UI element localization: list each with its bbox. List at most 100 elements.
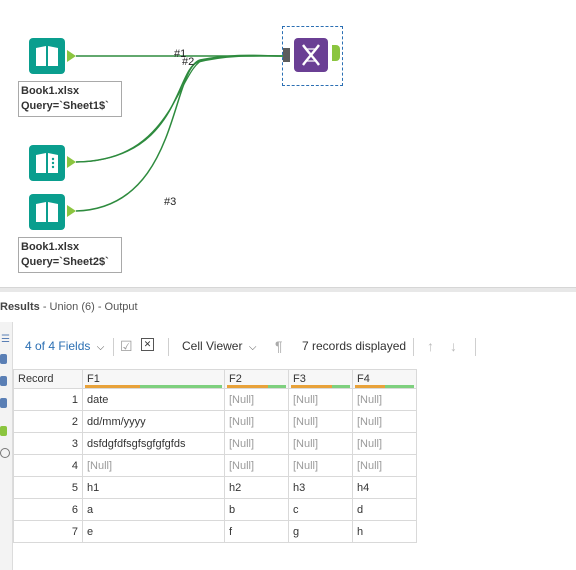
table-row[interactable]: 1 date [Null] [Null] [Null] (13, 388, 417, 411)
cell-f3[interactable]: h3 (288, 476, 353, 499)
cell-viewer-dropdown[interactable]: Cell Viewer ⌵ (182, 332, 256, 362)
pilcrow-icon[interactable]: ¶ (275, 332, 283, 360)
separator (168, 338, 169, 356)
cell-f4[interactable]: h4 (352, 476, 417, 499)
book-icon (36, 153, 58, 173)
output-anchor-3[interactable] (67, 205, 76, 217)
input-tool-3[interactable] (29, 194, 65, 230)
cell-f2[interactable]: [Null] (224, 388, 289, 411)
cell-f3[interactable]: [Null] (288, 388, 353, 411)
cell-f4[interactable]: [Null] (352, 454, 417, 477)
output-anchor-icon[interactable] (0, 426, 7, 436)
output-anchor-1[interactable] (67, 50, 76, 62)
caption-file: Book1.xlsx (21, 241, 80, 253)
input-anchor-icon[interactable] (0, 376, 7, 386)
record-cell[interactable]: 6 (13, 498, 83, 521)
input-anchor-icon[interactable] (0, 354, 7, 364)
record-cell[interactable]: 7 (13, 520, 83, 543)
menu-icon[interactable]: ☰ (1, 334, 10, 345)
data-quality-bar (85, 385, 222, 388)
fields-label: 4 of 4 Fields (25, 339, 91, 353)
dna-icon (302, 44, 320, 66)
results-table: Record F1 F2 F3 F4 1 date [Null] [Null] … (13, 369, 417, 543)
book-icon (36, 46, 58, 66)
tool-caption-1: Book1.xlsx Query=`Sheet1$` (18, 81, 122, 117)
cell-f2[interactable]: b (224, 498, 289, 521)
record-cell[interactable]: 2 (13, 410, 83, 433)
cell-f1[interactable]: [Null] (82, 454, 225, 477)
cell-f2[interactable]: [Null] (224, 432, 289, 455)
results-side-strip: ☰ (0, 322, 13, 570)
union-tool[interactable] (294, 38, 328, 72)
caption-file: Book1.xlsx (21, 85, 80, 97)
input-anchor-icon[interactable] (0, 398, 7, 408)
column-header-f4[interactable]: F4 (352, 369, 417, 389)
data-quality-bar (291, 385, 350, 388)
cell-f2[interactable]: [Null] (224, 410, 289, 433)
cell-f4[interactable]: [Null] (352, 432, 417, 455)
table-row[interactable]: 5 h1 h2 h3 h4 (13, 476, 417, 499)
column-header-label: F3 (293, 373, 306, 385)
cell-f1[interactable]: e (82, 520, 225, 543)
cell-f2[interactable]: [Null] (224, 454, 289, 477)
cell-f1[interactable]: h1 (82, 476, 225, 499)
tool-caption-3: Book1.xlsx Query=`Sheet2$` (18, 237, 122, 273)
results-toolbar: 4 of 4 Fields ⌵ ☑ ✕ Cell Viewer ⌵ ¶ 7 re… (13, 332, 576, 362)
info-icon[interactable] (0, 448, 10, 458)
column-header-f1[interactable]: F1 (82, 369, 225, 389)
chevron-down-icon: ⌵ (96, 342, 105, 353)
record-cell[interactable]: 4 (13, 454, 83, 477)
record-cell[interactable]: 1 (13, 388, 83, 411)
table-header-row: Record F1 F2 F3 F4 (13, 369, 417, 389)
cell-f4[interactable]: d (352, 498, 417, 521)
cell-f1[interactable]: a (82, 498, 225, 521)
cell-f1[interactable]: date (82, 388, 225, 411)
results-source: - Union (6) - Output (42, 301, 138, 313)
cell-f4[interactable]: h (352, 520, 417, 543)
cell-f2[interactable]: h2 (224, 476, 289, 499)
cell-f4[interactable]: [Null] (352, 388, 417, 411)
column-header-f3[interactable]: F3 (288, 369, 353, 389)
table-row[interactable]: 4 [Null] [Null] [Null] [Null] (13, 454, 417, 477)
cell-f3[interactable]: [Null] (288, 410, 353, 433)
table-row[interactable]: 3 dsfdgfdfsgfsgfgfgfds [Null] [Null] [Nu… (13, 432, 417, 455)
data-quality-bar (355, 385, 414, 388)
chevron-down-icon: ⌵ (248, 342, 257, 353)
connection-label-3: #3 (164, 196, 177, 208)
column-header-label: F1 (87, 373, 100, 385)
column-header-f2[interactable]: F2 (224, 369, 289, 389)
output-anchor-2[interactable] (67, 156, 76, 168)
results-title: Results (0, 301, 40, 313)
record-cell[interactable]: 5 (13, 476, 83, 499)
table-row[interactable]: 2 dd/mm/yyyy [Null] [Null] [Null] (13, 410, 417, 433)
multi-input-anchor[interactable] (283, 48, 290, 62)
input-tool-2[interactable] (29, 145, 65, 181)
fields-selector[interactable]: 4 of 4 Fields ⌵ (25, 332, 104, 362)
cell-f3[interactable]: g (288, 520, 353, 543)
cell-f1[interactable]: dd/mm/yyyy (82, 410, 225, 433)
cell-f3[interactable]: [Null] (288, 432, 353, 455)
column-header-label: F4 (357, 373, 370, 385)
workflow-canvas[interactable]: #1 #2 #3 Book1.xlsx Query=`Sheet1$` Book… (0, 0, 576, 287)
arrow-up-icon[interactable]: ↑ (427, 332, 434, 360)
caption-query: Query=`Sheet1$` (21, 100, 109, 112)
separator (113, 338, 114, 356)
results-header: Results - Union (6) - Output (0, 292, 576, 322)
arrow-down-icon[interactable]: ↓ (450, 332, 457, 360)
book-icon (36, 202, 58, 222)
cell-f3[interactable]: [Null] (288, 454, 353, 477)
cell-f1[interactable]: dsfdgfdfsgfsgfgfgfds (82, 432, 225, 455)
cell-f2[interactable]: f (224, 520, 289, 543)
records-count: 7 records displayed (302, 339, 407, 353)
union-output-anchor[interactable] (332, 45, 340, 61)
cell-f4[interactable]: [Null] (352, 410, 417, 433)
checkbox-icon[interactable]: ☑ (120, 332, 133, 360)
clear-icon[interactable]: ✕ (141, 338, 154, 351)
table-row[interactable]: 7 e f g h (13, 520, 417, 543)
table-row[interactable]: 6 a b c d (13, 498, 417, 521)
input-tool-1[interactable] (29, 38, 65, 74)
record-cell[interactable]: 3 (13, 432, 83, 455)
caption-query: Query=`Sheet2$` (21, 256, 109, 268)
cell-f3[interactable]: c (288, 498, 353, 521)
column-header-record[interactable]: Record (13, 369, 83, 389)
